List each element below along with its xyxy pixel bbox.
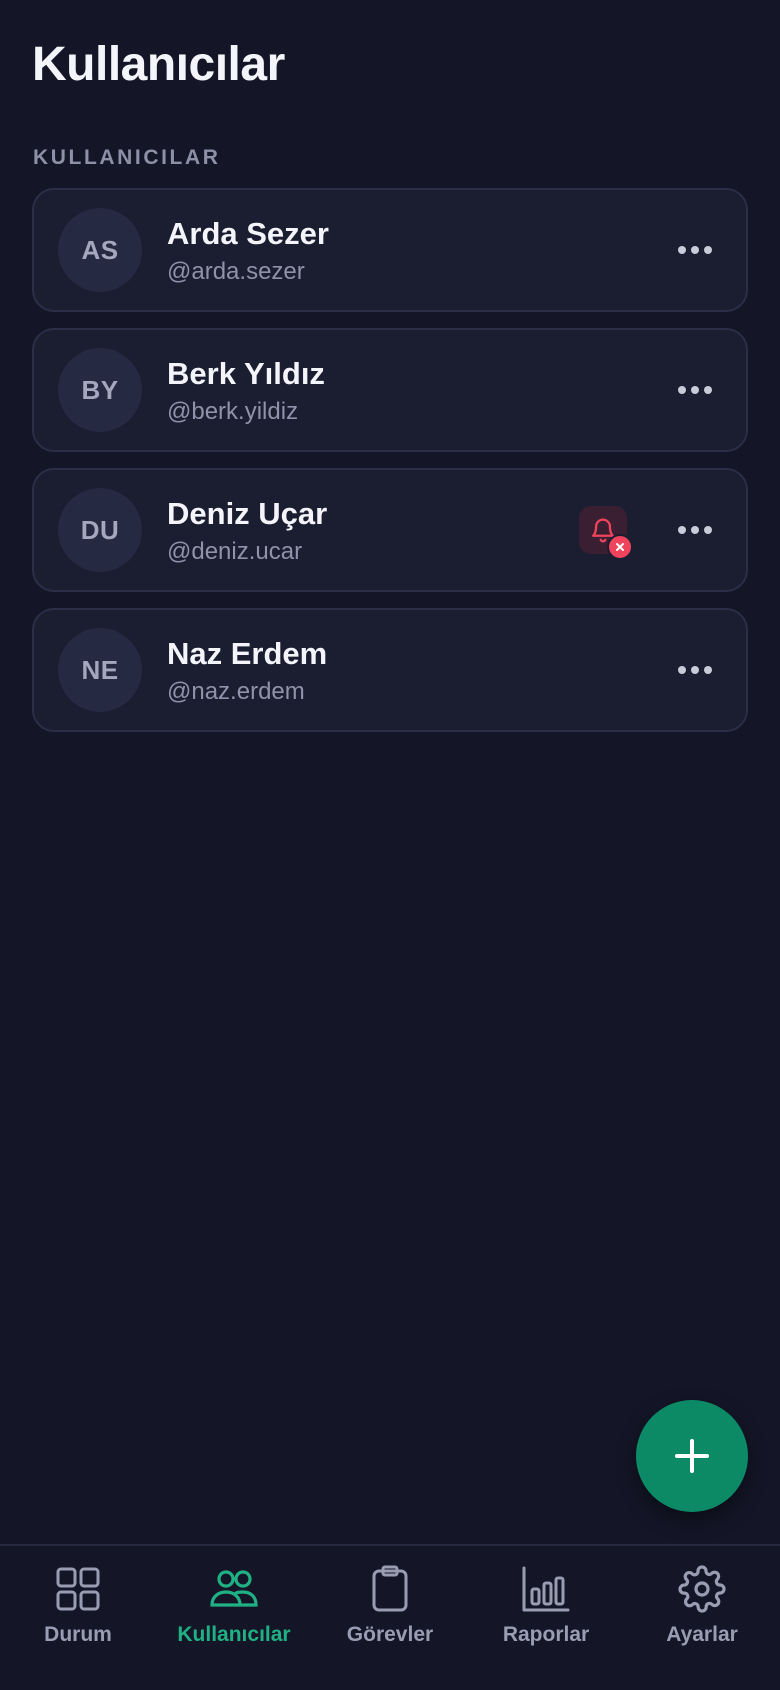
nav-item-raporlar[interactable]: Raporlar <box>468 1546 624 1690</box>
more-options-button[interactable] <box>670 512 720 548</box>
more-horizontal-icon <box>678 666 712 674</box>
users-icon <box>210 1570 258 1607</box>
user-card[interactable]: AS Arda Sezer @arda.sezer <box>32 188 748 312</box>
gear-icon <box>678 1565 726 1613</box>
nav-label: Kullanıcılar <box>177 1623 291 1646</box>
avatar: AS <box>58 208 142 292</box>
nav-label: Raporlar <box>502 1623 590 1646</box>
bar-chart-icon <box>522 1566 570 1612</box>
user-handle: @arda.sezer <box>167 258 305 285</box>
more-options-button[interactable] <box>670 232 720 268</box>
more-horizontal-icon <box>678 246 712 254</box>
avatar: NE <box>58 628 142 712</box>
nav-label: Ayarlar <box>666 1623 738 1646</box>
grid-icon <box>56 1567 100 1611</box>
user-handle: @naz.erdem <box>167 678 305 705</box>
close-icon <box>607 534 633 560</box>
user-card[interactable]: BY Berk Yıldız @berk.yildiz <box>32 328 748 452</box>
user-name: Arda Sezer <box>167 216 329 251</box>
bottom-nav: Durum Kullanıcılar Görevler Raporlar Aya… <box>0 1544 780 1690</box>
more-horizontal-icon <box>678 386 712 394</box>
user-name: Berk Yıldız <box>167 356 325 391</box>
user-handle: @berk.yildiz <box>167 398 299 425</box>
plus-icon <box>675 1439 709 1473</box>
user-list: AS Arda Sezer @arda.sezer BY Berk Yıldız… <box>32 188 748 748</box>
nav-label: Görevler <box>346 1623 434 1646</box>
nav-item-gorevler[interactable]: Görevler <box>312 1546 468 1690</box>
user-card[interactable]: DU Deniz Uçar @deniz.ucar <box>32 468 748 592</box>
add-user-button[interactable] <box>636 1400 748 1512</box>
user-handle: @deniz.ucar <box>167 538 303 565</box>
user-card[interactable]: NE Naz Erdem @naz.erdem <box>32 608 748 732</box>
nav-item-ayarlar[interactable]: Ayarlar <box>624 1546 780 1690</box>
clipboard-icon <box>372 1565 408 1612</box>
section-label: KULLANICILAR <box>33 146 221 169</box>
user-name: Deniz Uçar <box>167 496 328 531</box>
page-title: Kullanıcılar <box>32 38 285 91</box>
more-options-button[interactable] <box>670 652 720 688</box>
user-name: Naz Erdem <box>167 636 328 671</box>
avatar: DU <box>58 488 142 572</box>
notifications-muted-badge[interactable] <box>579 506 633 560</box>
more-horizontal-icon <box>678 526 712 534</box>
avatar: BY <box>58 348 142 432</box>
nav-item-durum[interactable]: Durum <box>0 1546 156 1690</box>
nav-label: Durum <box>44 1623 112 1646</box>
nav-item-kullanicilar[interactable]: Kullanıcılar <box>156 1546 312 1690</box>
more-options-button[interactable] <box>670 372 720 408</box>
